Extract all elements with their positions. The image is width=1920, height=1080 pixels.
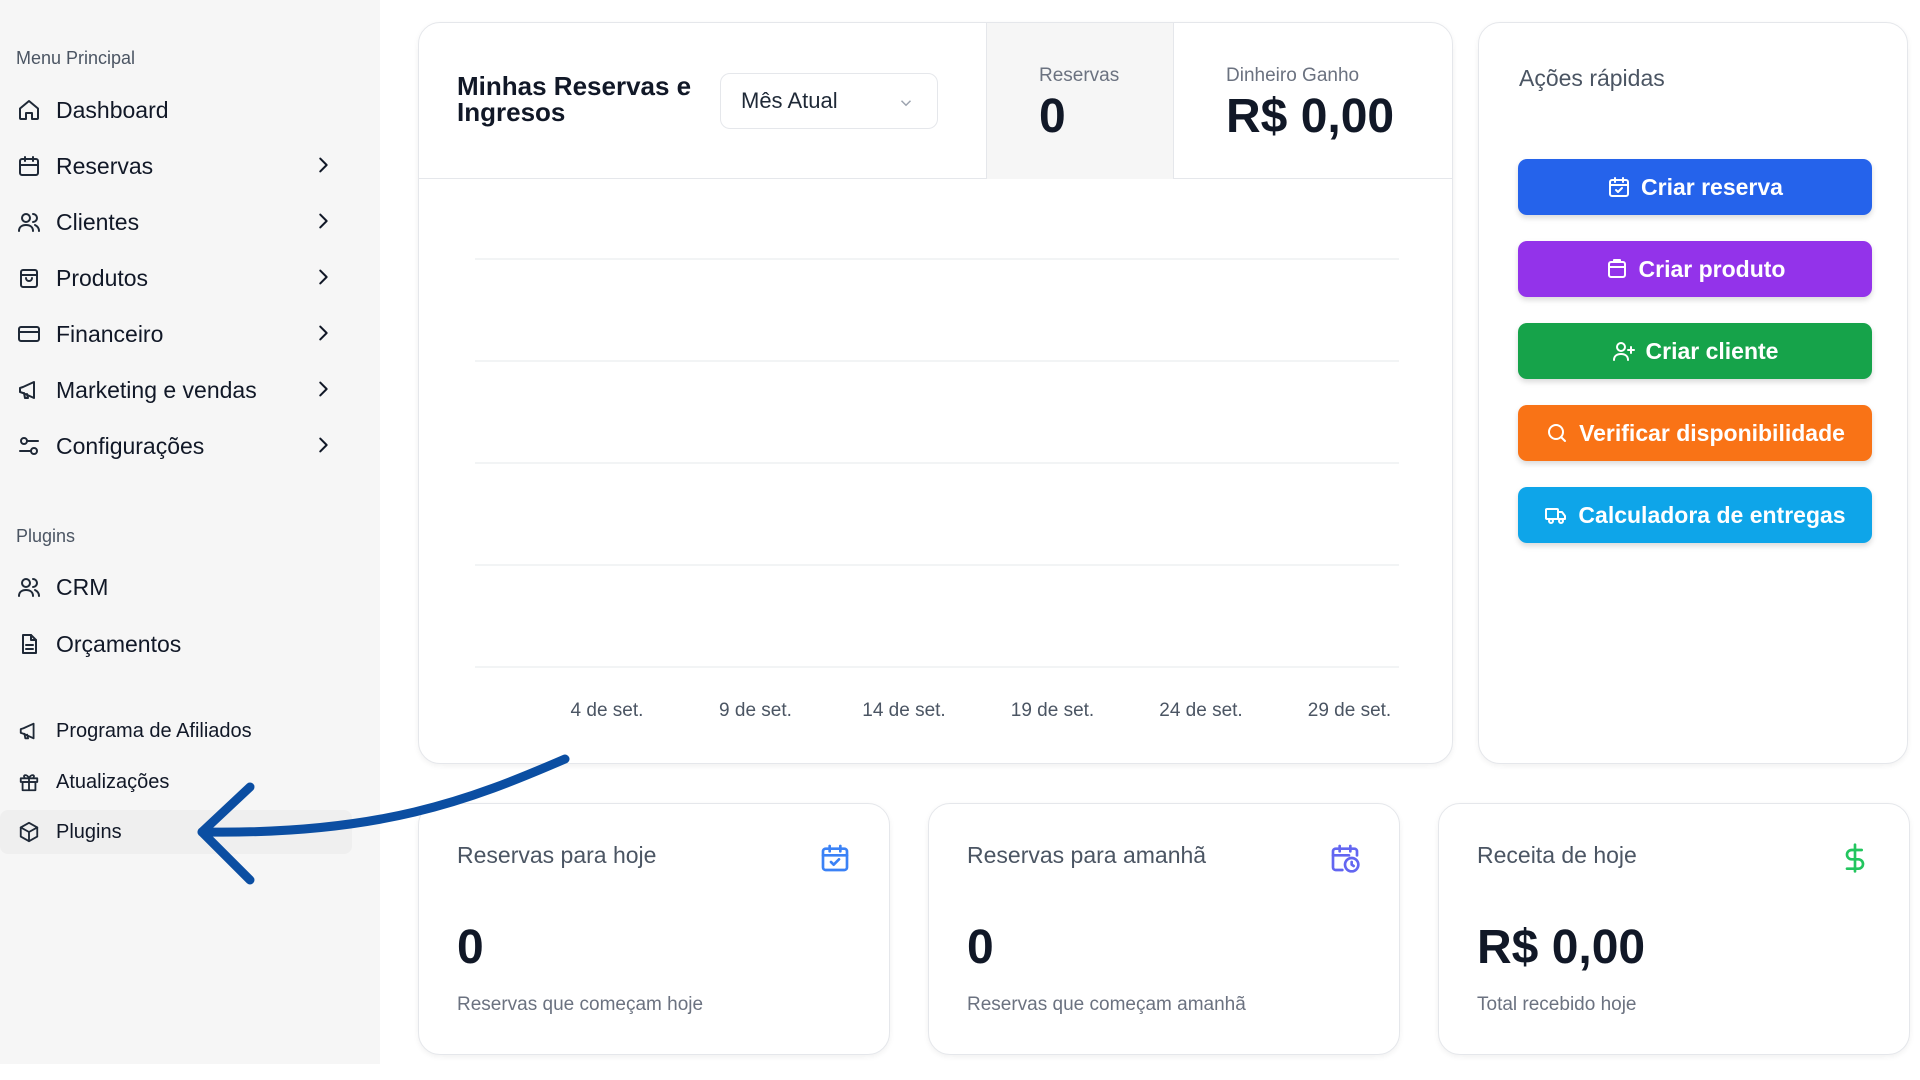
sidebar-item-label: Dashboard: [56, 96, 169, 123]
create-product-button[interactable]: Criar produto: [1518, 241, 1872, 297]
bag-icon: [1605, 257, 1629, 281]
sidebar-item-label: Clientes: [56, 208, 140, 235]
credit-card-icon: [16, 321, 42, 347]
truck-icon: [1544, 503, 1568, 527]
chevron-right-icon: [312, 154, 336, 178]
chevron-right-icon: [312, 322, 336, 346]
period-select-value: Mês Atual: [741, 88, 838, 113]
today-reservations-value: 0: [457, 921, 484, 974]
sidebar-item-configuracoes[interactable]: Configurações: [0, 422, 352, 470]
create-product-label: Criar produto: [1638, 255, 1786, 282]
sidebar-item-reservas[interactable]: Reservas: [0, 142, 352, 190]
reservations-chart: 4 de set. 9 de set. 14 de set. 19 de set. 24…: [475, 258, 1399, 721]
reservations-chart-card: Minhas Reservas e Ingresos Mês Atual Res…: [418, 22, 1453, 764]
plugins-heading: Plugins: [16, 526, 76, 546]
delivery-calculator-label: Calculadora de entregas: [1578, 501, 1846, 528]
tomorrow-reservations-value: 0: [967, 921, 994, 974]
sidebar-item-label: Configurações: [56, 432, 205, 459]
chart-card-header: Minhas Reservas e Ingresos Mês Atual Res…: [419, 23, 1452, 179]
chevron-right-icon: [312, 378, 336, 402]
megaphone-icon: [16, 718, 42, 744]
settings-sliders-icon: [16, 433, 42, 459]
x-tick-label: 19 de set.: [1011, 700, 1094, 721]
chart-card-title: Minhas Reservas e Ingresos: [457, 71, 692, 127]
reservas-stat: Reservas 0: [986, 23, 1174, 179]
box-icon: [16, 819, 42, 845]
today-revenue-value: R$ 0,00: [1477, 921, 1646, 974]
tomorrow-reservations-title: Reservas para amanhã: [967, 842, 1207, 868]
chevron-down-icon: [897, 92, 915, 110]
check-availability-label: Verificar disponibilidade: [1579, 419, 1845, 446]
x-tick-label: 9 de set.: [719, 700, 792, 721]
sidebar-item-label: Plugins: [56, 820, 122, 843]
quick-actions-title: Ações rápidas: [1519, 65, 1665, 91]
x-tick-label: 4 de set.: [571, 700, 644, 721]
chevron-right-icon: [312, 434, 336, 458]
create-client-label: Criar cliente: [1645, 337, 1779, 364]
sidebar-item-label: Financeiro: [56, 320, 164, 347]
reservas-stat-label: Reservas: [1039, 65, 1120, 86]
calendar-icon: [16, 153, 42, 179]
today-revenue-subtitle: Total recebido hoje: [1477, 994, 1637, 1015]
sidebar-item-label: Reservas: [56, 152, 154, 179]
sidebar-item-marketing[interactable]: Marketing e vendas: [0, 366, 352, 414]
sidebar-item-financeiro[interactable]: Financeiro: [0, 310, 352, 358]
chevron-right-icon: [312, 266, 336, 290]
users-icon: [16, 209, 42, 235]
money-stat-label: Dinheiro Ganho: [1226, 65, 1360, 86]
delivery-calculator-button[interactable]: Calculadora de entregas: [1518, 487, 1872, 543]
create-reservation-button[interactable]: Criar reserva: [1518, 159, 1872, 215]
sidebar-item-label: Orçamentos: [56, 630, 182, 657]
dollar-icon: [1839, 842, 1871, 874]
sidebar-item-label: Programa de Afiliados: [56, 719, 252, 742]
sidebar-item-label: CRM: [56, 573, 109, 600]
user-plus-icon: [1612, 339, 1636, 363]
tomorrow-reservations-subtitle: Reservas que começam amanhã: [967, 994, 1246, 1015]
period-select[interactable]: Mês Atual: [720, 73, 938, 129]
money-stat: Dinheiro Ganho R$ 0,00: [1174, 23, 1452, 179]
sidebar-item-label: Marketing e vendas: [56, 376, 257, 403]
quick-actions-card: Ações rápidas Criar reserva Criar produt…: [1478, 22, 1908, 764]
sidebar-item-clientes[interactable]: Clientes: [0, 198, 352, 246]
sidebar-item-produtos[interactable]: Produtos: [0, 254, 352, 302]
chart-area: 4 de set. 9 de set. 14 de set. 19 de set. 24…: [419, 179, 1452, 763]
gift-icon: [16, 769, 42, 795]
create-reservation-label: Criar reserva: [1641, 173, 1783, 200]
calendar-clock-icon: [1329, 842, 1361, 874]
sidebar-item-label: Atualizações: [56, 770, 170, 793]
menu-principal-heading: Menu Principal: [16, 48, 136, 68]
search-icon: [1545, 421, 1569, 445]
users-icon: [16, 574, 42, 600]
sidebar-item-dashboard[interactable]: Dashboard: [0, 86, 352, 134]
megaphone-icon: [16, 377, 42, 403]
today-revenue-title: Receita de hoje: [1477, 842, 1637, 868]
calendar-check-icon: [1607, 175, 1631, 199]
home-icon: [16, 97, 42, 123]
check-availability-button[interactable]: Verificar disponibilidade: [1518, 405, 1872, 461]
calendar-check-icon: [819, 842, 851, 874]
create-client-button[interactable]: Criar cliente: [1518, 323, 1872, 379]
today-reservations-subtitle: Reservas que começam hoje: [457, 994, 704, 1015]
money-stat-value: R$ 0,00: [1226, 90, 1395, 143]
sidebar: Menu Principal Dashboard Reservas Client…: [0, 0, 380, 1064]
tomorrow-reservations-card: Reservas para amanhã 0 Reservas que come…: [928, 803, 1400, 1055]
annotation-arrow: [197, 754, 570, 885]
x-tick-label: 24 de set.: [1159, 700, 1242, 721]
reservas-stat-value: 0: [1039, 90, 1066, 143]
sidebar-item-orcamentos[interactable]: Orçamentos: [0, 620, 352, 668]
bag-icon: [16, 265, 42, 291]
sidebar-item-crm[interactable]: CRM: [0, 563, 352, 611]
sidebar-item-label: Produtos: [56, 264, 149, 291]
today-revenue-card: Receita de hoje R$ 0,00 Total recebido h…: [1438, 803, 1910, 1055]
chevron-right-icon: [312, 210, 336, 234]
x-tick-label: 29 de set.: [1308, 700, 1391, 721]
x-tick-label: 14 de set.: [862, 700, 945, 721]
document-icon: [16, 631, 42, 657]
